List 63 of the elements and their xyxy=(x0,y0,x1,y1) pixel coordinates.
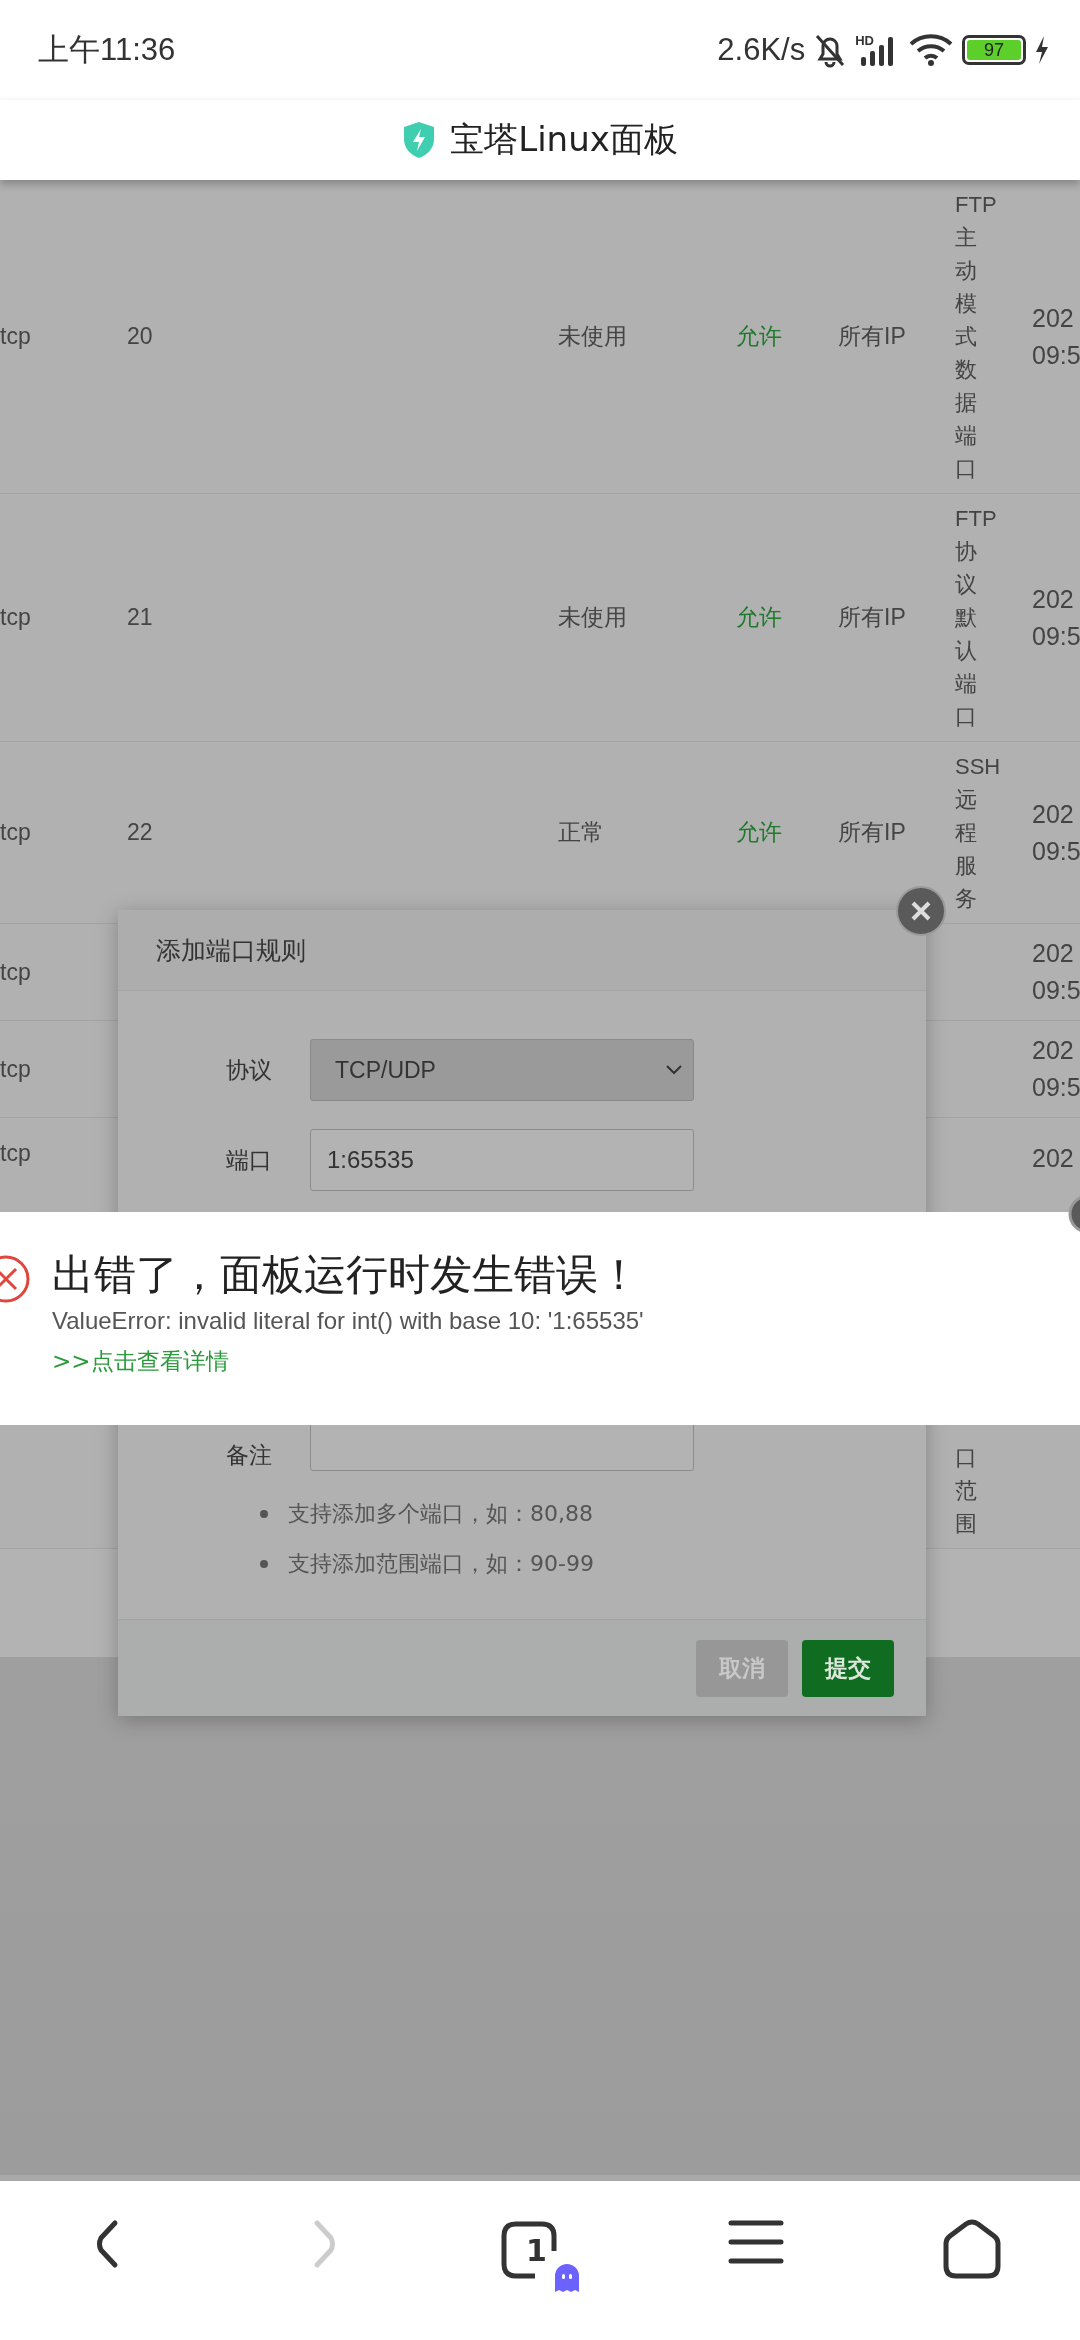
menu-icon xyxy=(728,2219,784,2265)
table-cell-text: FTP主动模式数据端口 xyxy=(955,191,997,483)
table-cell-text: 22 xyxy=(127,819,154,846)
table-cell-text: tcp xyxy=(0,1139,32,1167)
table-cell-text: 未使用 xyxy=(558,322,628,351)
tip-text: 支持添加多个端口，如：80,88 xyxy=(288,1500,593,1528)
protocol-select[interactable]: TCP/UDP xyxy=(310,1039,694,1101)
error-message: ValueError: invalid literal for int() with base 10: '1:65535' xyxy=(52,1306,644,1336)
table-cell-text: 09:5 xyxy=(1032,835,1080,867)
table-cell-text: 正常 xyxy=(558,818,605,847)
table-cell-text: 202 xyxy=(1032,1035,1075,1066)
table-cell-text: 21 xyxy=(127,604,154,631)
details-link[interactable]: >>点击查看详情 xyxy=(52,1339,229,1383)
shield-icon xyxy=(402,121,437,159)
home-icon xyxy=(941,2219,1003,2281)
field-label: 备注 xyxy=(225,1441,273,1470)
submit-button[interactable]: 提交 xyxy=(802,1639,894,1697)
table-cell-text: 所有IP xyxy=(838,818,907,847)
table-cell-text: tcp xyxy=(0,819,32,846)
table-cell-text: 09:5 xyxy=(1032,975,1080,1006)
home-button[interactable] xyxy=(941,2219,1003,2281)
network-speed: 2.6K/s xyxy=(717,32,806,68)
field-label: 端口 xyxy=(225,1145,273,1175)
status-time: 上午11:36 xyxy=(38,31,176,69)
table-cell-text: tcp xyxy=(0,1055,32,1083)
table-cell-text: 口范围 xyxy=(955,1444,978,1538)
table-cell-text: 所有IP xyxy=(838,603,907,632)
table-cell-text: tcp xyxy=(0,604,32,631)
table-cell-text: 未使用 xyxy=(558,603,628,632)
close-icon[interactable] xyxy=(896,886,946,936)
table-cell-text: SSH远程服务 xyxy=(955,753,997,913)
dialog-title: 添加端口规则 xyxy=(156,934,306,967)
close-icon[interactable] xyxy=(1068,1194,1080,1234)
table-cell-text: 202 xyxy=(1032,583,1075,615)
tabs-button[interactable]: 1 xyxy=(500,2219,580,2293)
header-title: 宝塔Linux面板 xyxy=(450,118,678,161)
table-cell-text: 所有IP xyxy=(838,322,907,351)
ghost-icon xyxy=(554,2263,580,2293)
table-cell-text: 允许 xyxy=(736,818,783,847)
table-cell-text: tcp xyxy=(0,958,32,986)
menu-button[interactable] xyxy=(728,2219,784,2265)
table-cell-text: FTP协议默认端口 xyxy=(955,505,997,731)
table-cell-text: 202 xyxy=(1032,798,1075,830)
table-cell-text: 09:5 xyxy=(1032,339,1080,371)
table-cell-text: 09:5 xyxy=(1032,1072,1080,1103)
network-type-label: HD xyxy=(855,33,874,48)
table-cell-text: 202 xyxy=(1032,938,1075,969)
chevron-down-icon xyxy=(665,1064,683,1076)
table-cell-text: tcp xyxy=(0,323,32,350)
table-cell-text: 202 xyxy=(1032,1143,1075,1174)
wifi-icon xyxy=(908,33,954,67)
table-cell-text: 09:5 xyxy=(1032,620,1080,652)
field-label: 协议 xyxy=(225,1055,273,1085)
tip-text: 支持添加范围端口，如：90-99 xyxy=(288,1550,594,1578)
input-field[interactable]: 1:65535 xyxy=(310,1129,694,1191)
table-cell-text: 20 xyxy=(127,323,154,350)
table-cell-text: 允许 xyxy=(736,322,783,351)
error-title: 出错了，面板运行时发生错误！ xyxy=(52,1249,640,1301)
battery-level: 97 xyxy=(967,40,1021,60)
table-cell-text: 允许 xyxy=(736,603,783,632)
table-cell-text: 202 xyxy=(1032,302,1075,334)
bullet-icon xyxy=(260,1510,268,1518)
bullet-icon xyxy=(260,1560,268,1568)
